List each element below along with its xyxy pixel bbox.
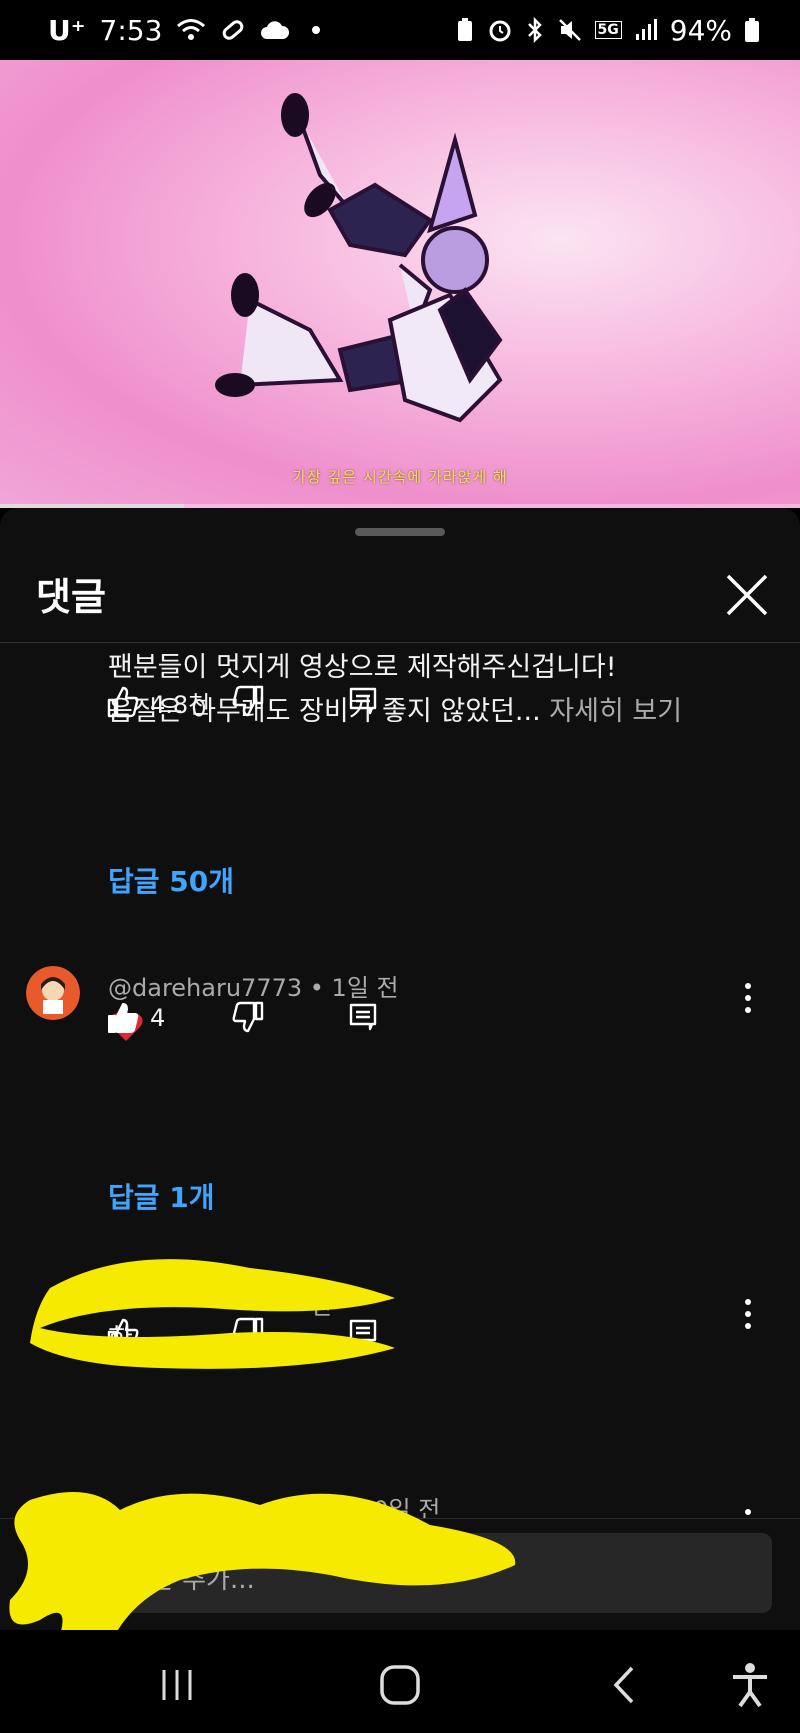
alarm-icon bbox=[489, 20, 511, 42]
video-subtitle: 가장 깊은 시간속에 가라앉게 해 bbox=[292, 468, 508, 486]
thumb-down-icon[interactable] bbox=[231, 1000, 265, 1034]
read-more-link[interactable]: 자세히 보기 bbox=[549, 696, 682, 727]
reply-icon[interactable] bbox=[346, 1316, 380, 1350]
signal-icon bbox=[635, 19, 657, 40]
drag-handle[interactable] bbox=[355, 528, 445, 536]
reply-icon[interactable] bbox=[346, 684, 380, 718]
recent-apps-icon[interactable] bbox=[152, 1660, 202, 1710]
replies-link-1[interactable]: 답글 50개 bbox=[108, 860, 234, 900]
comment-3-time: 전 bbox=[310, 1292, 333, 1320]
avatar-image bbox=[26, 966, 80, 1020]
status-bar: U⁺ 7:53 5G 94% bbox=[0, 0, 800, 60]
thumb-up-filled-icon bbox=[108, 1003, 139, 1033]
close-icon[interactable] bbox=[720, 568, 774, 622]
like-button[interactable] bbox=[106, 1317, 140, 1351]
like-button[interactable]: 4 bbox=[106, 1001, 165, 1035]
comment-1-actions: 4.8천 bbox=[106, 682, 377, 722]
mute-icon bbox=[558, 19, 581, 41]
sheet-title: 댓글 bbox=[36, 575, 106, 619]
like-button[interactable]: 4.8천 bbox=[106, 685, 210, 720]
thumb-down-icon[interactable] bbox=[231, 1316, 265, 1350]
thumb-down-icon[interactable] bbox=[231, 684, 265, 718]
reply-icon[interactable] bbox=[346, 1000, 380, 1034]
comment-time: 1일 전 bbox=[331, 974, 399, 1002]
thumb-up-icon bbox=[107, 686, 139, 718]
accessibility-icon[interactable] bbox=[725, 1660, 775, 1710]
video-player[interactable]: 가장 깊은 시간속에 가라앉게 해 bbox=[0, 60, 800, 508]
like-count: 4.8천 bbox=[150, 690, 211, 719]
cloud-icon bbox=[261, 21, 290, 39]
comment-3-actions bbox=[106, 1314, 377, 1354]
avatar[interactable] bbox=[26, 966, 80, 1020]
video-artwork bbox=[215, 93, 503, 423]
like-count: 4 bbox=[150, 1004, 166, 1032]
battery-icon bbox=[745, 18, 759, 42]
pill-icon bbox=[223, 20, 244, 40]
network-type: 5G bbox=[594, 21, 622, 39]
comment-2-actions: 4 bbox=[106, 998, 377, 1038]
carrier-label: U⁺ bbox=[48, 13, 86, 47]
comment-input[interactable]: 댓글 추가... bbox=[108, 1533, 772, 1613]
wifi-icon bbox=[177, 19, 206, 40]
more-vert-icon[interactable] bbox=[738, 1504, 758, 1518]
back-icon[interactable] bbox=[600, 1660, 650, 1710]
replies-link-2[interactable]: 답글 1개 bbox=[108, 1176, 215, 1216]
home-icon[interactable] bbox=[375, 1660, 425, 1710]
clock: 7:53 bbox=[99, 13, 163, 47]
thumb-up-icon bbox=[107, 1318, 139, 1350]
battery-saver-icon bbox=[457, 18, 472, 41]
bluetooth-icon bbox=[527, 17, 542, 43]
more-vert-icon[interactable] bbox=[738, 978, 758, 1018]
header-divider bbox=[0, 642, 800, 643]
system-nav-bar bbox=[0, 1630, 800, 1733]
comment-input-bar: 댓글 추가... bbox=[0, 1518, 800, 1618]
notification-dot-icon bbox=[312, 26, 321, 34]
more-vert-icon[interactable] bbox=[738, 1294, 758, 1334]
battery-percent: 94% bbox=[669, 13, 732, 47]
